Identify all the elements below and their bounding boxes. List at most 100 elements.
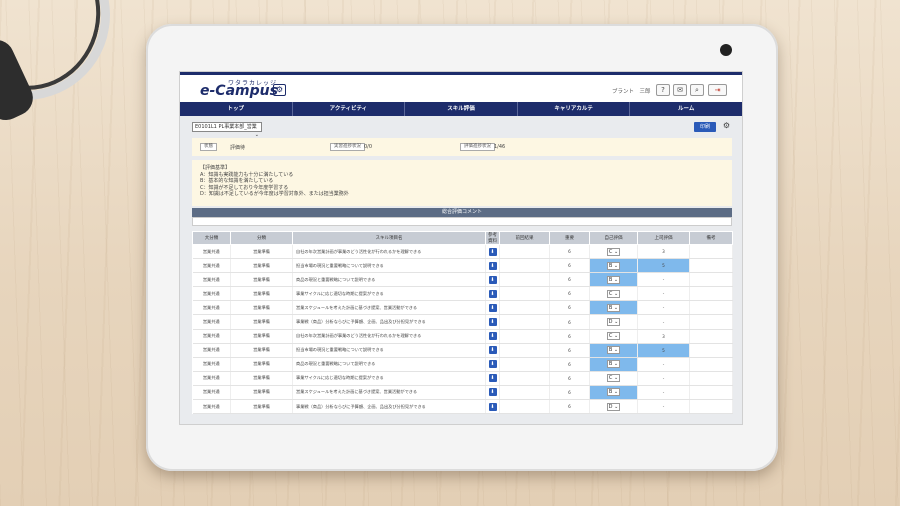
cell-skill: 自社の年次営業計画が事業のどう活性化が行われるかを理解できる xyxy=(292,329,486,344)
help-icon[interactable]: ? xyxy=(656,84,670,96)
nav-top[interactable]: トップ xyxy=(180,102,293,116)
cell-major: 営業共通 xyxy=(192,244,231,260)
skill-table: 大分類 分類 スキル項目名 参考資料 前回結果 重要 自己評価 上司評価 備考 … xyxy=(192,231,733,415)
cell-reference: ⬇ xyxy=(485,258,500,274)
cell-notes xyxy=(689,244,733,260)
col-major: 大分類 xyxy=(192,231,231,245)
self-eval-select[interactable]: B ⌄ xyxy=(607,388,620,397)
cell-minor: 営業準備 xyxy=(230,399,293,415)
cell-reference: ⬇ xyxy=(485,286,500,302)
col-minor: 分類 xyxy=(230,231,293,245)
cell-skill: 営業スケジュールを考えた計画に基づき提案、営業活動ができる xyxy=(292,300,486,316)
evaluation-criteria: 【評価基準】 A：知識も実践能力も十分に満たしている B：基本的な知識を満たして… xyxy=(192,160,732,206)
cell-notes xyxy=(689,258,733,274)
cell-self-eval: B ⌄ xyxy=(589,272,638,288)
cell-major: 営業共通 xyxy=(192,357,231,372)
download-icon[interactable]: ⬇ xyxy=(488,374,497,383)
cell-self-eval: B ⌄ xyxy=(589,357,638,372)
status-info-bar: 状態 評価待 実習進捗状況 0/0 評価進捗状況 1/46 xyxy=(192,138,732,156)
self-eval-select[interactable]: C ⌄ xyxy=(607,332,620,341)
download-icon[interactable]: ⬇ xyxy=(488,303,497,312)
cell-self-eval: C ⌄ xyxy=(589,329,638,344)
department-select[interactable]: E0101L1 PL事業本部_営業 ⌄ xyxy=(192,122,262,138)
cell-previous xyxy=(499,343,550,358)
download-icon[interactable]: ⬇ xyxy=(488,360,497,369)
download-icon[interactable]: ⬇ xyxy=(488,402,497,411)
cell-previous xyxy=(499,314,550,330)
cell-notes xyxy=(689,385,733,401)
download-icon[interactable]: ⬇ xyxy=(488,247,497,256)
download-icon[interactable]: ⬇ xyxy=(488,289,497,298)
self-eval-select[interactable]: B ⌄ xyxy=(607,360,620,369)
col-skill: スキル項目名 xyxy=(292,231,486,245)
cell-skill: 事業サイクルに応じ適切な時期に提案ができる xyxy=(292,286,486,302)
cell-self-eval: B ⌄ xyxy=(589,300,638,316)
download-icon[interactable]: ⬇ xyxy=(488,332,497,341)
cell-reference: ⬇ xyxy=(485,357,500,372)
self-eval-select[interactable]: D ⌄ xyxy=(607,318,620,327)
self-eval-value: B xyxy=(608,262,613,269)
self-eval-progress-label: 実習進捗状況 xyxy=(330,143,365,151)
cell-skill: 商品の現況と重要戦略について説明できる xyxy=(292,357,486,372)
self-eval-select[interactable]: D ⌄ xyxy=(607,402,620,411)
cell-boss-eval: 5 xyxy=(637,258,690,274)
download-icon[interactable]: ⬇ xyxy=(488,388,497,397)
self-eval-select[interactable]: B ⌄ xyxy=(607,303,620,312)
cell-notes xyxy=(689,371,733,386)
logout-icon[interactable]: ⇥ xyxy=(708,84,727,96)
gear-icon[interactable]: ⚙ xyxy=(723,121,730,130)
app-logo[interactable]: e-Campus xyxy=(200,83,278,99)
cell-minor: 営業準備 xyxy=(230,258,293,274)
cell-self-eval: B ⌄ xyxy=(589,258,638,274)
overall-comment-field[interactable] xyxy=(192,217,732,226)
status-value: 評価待 xyxy=(230,145,246,151)
cell-notes xyxy=(689,286,733,302)
cell-self-eval: C ⌄ xyxy=(589,286,638,302)
cell-notes xyxy=(689,329,733,344)
cell-previous xyxy=(499,244,550,260)
cell-reference: ⬇ xyxy=(485,314,500,330)
print-button[interactable]: 印刷 xyxy=(694,122,716,132)
cell-previous xyxy=(499,385,550,401)
download-icon[interactable]: ⬇ xyxy=(488,275,497,284)
cell-notes xyxy=(689,357,733,372)
download-icon[interactable]: ⬇ xyxy=(488,318,497,327)
download-icon[interactable]: ⬇ xyxy=(488,346,497,355)
settings-gears-icon[interactable]: ⚙ xyxy=(273,84,286,96)
nav-career-chart[interactable]: キャリアカルテ xyxy=(518,102,631,116)
cell-major: 営業共通 xyxy=(192,258,231,274)
col-self-eval: 自己評価 xyxy=(589,231,638,245)
self-eval-select[interactable]: C ⌄ xyxy=(607,247,620,256)
cell-major: 営業共通 xyxy=(192,399,231,415)
table-row: 営業共通 営業準備 自社の年次営業計画が事業のどう活性化が行われるかを理解できる ⬇ 6… xyxy=(192,329,733,344)
nav-room[interactable]: ルーム xyxy=(630,102,742,116)
self-eval-select[interactable]: C ⌄ xyxy=(607,374,620,383)
nav-activity[interactable]: アクティビティ xyxy=(293,102,406,116)
self-eval-select[interactable]: B ⌄ xyxy=(607,275,620,284)
cell-major: 営業共通 xyxy=(192,272,231,288)
self-eval-select[interactable]: B ⌄ xyxy=(607,261,620,270)
cell-boss-eval: 3 xyxy=(637,244,690,260)
mail-icon[interactable]: ✉ xyxy=(673,84,687,96)
status-label: 状態 xyxy=(200,143,217,151)
table-row: 営業共通 営業準備 事業サイクルに応じ適切な時期に提案ができる ⬇ 6 C ⌄ - xyxy=(192,286,733,302)
self-eval-select[interactable]: B ⌄ xyxy=(607,346,620,355)
cell-skill: 担当市場の現況と重要戦略について説明できる xyxy=(292,343,486,358)
cell-weight: 6 xyxy=(549,300,590,316)
search-icon[interactable]: ⌕ xyxy=(690,84,704,96)
cell-weight: 6 xyxy=(549,385,590,401)
cell-boss-eval: - xyxy=(637,399,690,415)
cell-reference: ⬇ xyxy=(485,329,500,344)
self-eval-select[interactable]: C ⌄ xyxy=(607,289,620,298)
cell-self-eval: B ⌄ xyxy=(589,385,638,401)
cell-weight: 6 xyxy=(549,286,590,302)
self-eval-value: D xyxy=(608,319,613,326)
download-icon[interactable]: ⬇ xyxy=(488,261,497,270)
self-eval-value: B xyxy=(608,389,613,396)
nav-skill-eval[interactable]: スキル評価 xyxy=(405,102,518,116)
cell-reference: ⬇ xyxy=(485,244,500,260)
table-row: 営業共通 営業準備 担当市場の現況と重要戦略について説明できる ⬇ 6 B ⌄ 5 xyxy=(192,343,733,358)
cell-previous xyxy=(499,286,550,302)
self-eval-value: B xyxy=(608,276,613,283)
cell-minor: 営業準備 xyxy=(230,244,293,260)
